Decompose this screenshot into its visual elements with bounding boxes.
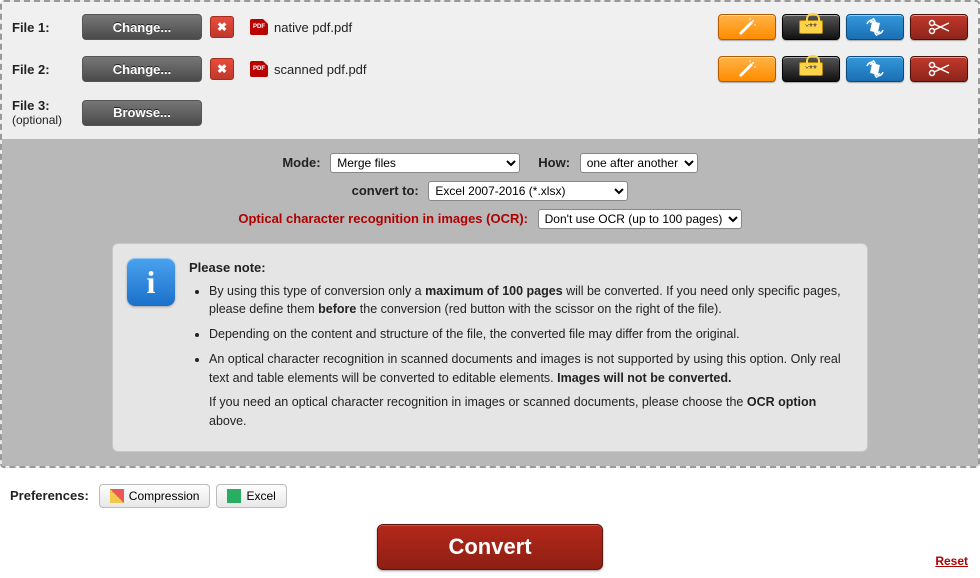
pdf-icon: PDF xyxy=(250,19,268,35)
note-bullet-1: By using this type of conversion only a … xyxy=(209,282,849,320)
change-button-2[interactable]: Change... xyxy=(82,56,202,82)
file2-label: File 2: xyxy=(12,62,82,77)
magic-wand-icon xyxy=(736,18,758,36)
scissor-icon xyxy=(927,19,951,35)
upload-panel: File 1: Change... ✖ PDF native pdf.pdf *… xyxy=(0,0,980,468)
convert-to-label: convert to: xyxy=(352,183,419,198)
preferences-label: Preferences: xyxy=(10,488,89,503)
note-heading: Please note: xyxy=(189,258,849,278)
pdf-icon: PDF xyxy=(250,61,268,77)
close-icon: ✖ xyxy=(217,62,227,76)
compression-icon xyxy=(110,489,124,503)
file2-actions: *** xyxy=(718,56,968,82)
scissor-icon xyxy=(927,61,951,77)
mode-label: Mode: xyxy=(282,155,320,170)
excel-icon xyxy=(227,489,241,503)
filename-1: native pdf.pdf xyxy=(274,20,352,35)
lock-icon: *** xyxy=(799,20,823,34)
note-paragraph: If you need an optical character recogni… xyxy=(209,393,849,431)
file-row-3: File 3: (optional) Browse... xyxy=(12,94,968,139)
change-button-1[interactable]: Change... xyxy=(82,14,202,40)
file-row-1: File 1: Change... ✖ PDF native pdf.pdf *… xyxy=(12,10,968,52)
reset-link[interactable]: Reset xyxy=(935,554,968,568)
note-content: Please note: By using this type of conve… xyxy=(189,258,849,437)
file1-label: File 1: xyxy=(12,20,82,35)
mode-row: Mode: Merge files How: one after another xyxy=(2,149,978,177)
how-label: How: xyxy=(538,155,570,170)
remove-button-1[interactable]: ✖ xyxy=(210,16,234,38)
note-bullet-3: An optical character recognition in scan… xyxy=(209,350,849,431)
ocr-select[interactable]: Don't use OCR (up to 100 pages) xyxy=(538,209,742,229)
rotate-icon xyxy=(864,18,886,36)
rotate-button-1[interactable] xyxy=(846,14,904,40)
remove-button-2[interactable]: ✖ xyxy=(210,58,234,80)
browse-button-3[interactable]: Browse... xyxy=(82,100,202,126)
optional-text: (optional) xyxy=(12,113,82,127)
magic-wand-icon xyxy=(736,60,758,78)
mode-select[interactable]: Merge files xyxy=(330,153,520,173)
file-row-2: File 2: Change... ✖ PDF scanned pdf.pdf … xyxy=(12,52,968,94)
compression-button[interactable]: Compression xyxy=(99,484,211,508)
note-box: i Please note: By using this type of con… xyxy=(112,243,868,452)
file1-actions: *** xyxy=(718,14,968,40)
note-bullet-2: Depending on the content and structure o… xyxy=(209,325,849,344)
scissor-button-2[interactable] xyxy=(910,56,968,82)
magic-button-1[interactable] xyxy=(718,14,776,40)
file3-label: File 3: (optional) xyxy=(12,98,82,127)
close-icon: ✖ xyxy=(217,20,227,34)
ocr-row: Optical character recognition in images … xyxy=(2,205,978,233)
ocr-label: Optical character recognition in images … xyxy=(238,211,528,226)
lock-button-2[interactable]: *** xyxy=(782,56,840,82)
convert-row: convert to: Excel 2007-2016 (*.xlsx) xyxy=(2,177,978,205)
filename-2: scanned pdf.pdf xyxy=(274,62,367,77)
rotate-icon xyxy=(864,60,886,78)
excel-button[interactable]: Excel xyxy=(216,484,286,508)
magic-button-2[interactable] xyxy=(718,56,776,82)
how-select[interactable]: one after another xyxy=(580,153,698,173)
lock-icon: *** xyxy=(799,62,823,76)
convert-row: Convert Reset xyxy=(0,514,980,578)
scissor-button-1[interactable] xyxy=(910,14,968,40)
lock-button-1[interactable]: *** xyxy=(782,14,840,40)
convert-to-select[interactable]: Excel 2007-2016 (*.xlsx) xyxy=(428,181,628,201)
preferences-row: Preferences: Compression Excel xyxy=(0,468,980,514)
info-icon: i xyxy=(127,258,175,306)
rotate-button-2[interactable] xyxy=(846,56,904,82)
options-area: Mode: Merge files How: one after another… xyxy=(2,139,978,466)
convert-button[interactable]: Convert xyxy=(377,524,602,570)
